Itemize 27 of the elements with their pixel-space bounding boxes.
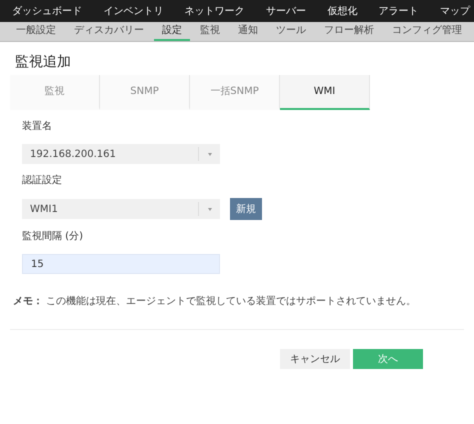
main-nav-item[interactable]: サーバー	[266, 4, 306, 18]
dropdown-field[interactable]: WMI1	[22, 199, 220, 219]
note-text: メモ： この機能は現在、エージェントで監視している装置ではサポートされていません。	[13, 294, 418, 309]
dropdown-field[interactable]: 192.168.200.161	[22, 144, 220, 164]
sub-nav-tab[interactable]: 監視	[192, 22, 228, 41]
tab[interactable]: WMI	[280, 75, 370, 110]
main-nav-item[interactable]: マップ	[440, 4, 470, 18]
field-label: 監視間隔 (分)	[22, 230, 84, 244]
sub-nav-tab[interactable]: ツール	[268, 22, 314, 41]
sub-nav-tab[interactable]: 設定	[154, 22, 190, 41]
sub-nav-tab[interactable]: コンフィグ管理	[384, 22, 470, 41]
main-nav-item[interactable]: ダッシュボード	[12, 4, 82, 18]
sub-nav-tab[interactable]: フロー解析	[316, 22, 382, 41]
main-nav-item[interactable]: ネットワーク	[184, 4, 245, 18]
field-label: 装置名	[22, 120, 53, 134]
sub-nav-tab[interactable]: ディスカバリー	[66, 22, 152, 41]
main-nav-item[interactable]: アラート	[378, 4, 419, 18]
new-button[interactable]: 新規	[230, 198, 262, 220]
field-label: 認証設定	[22, 174, 63, 188]
page-title: 監視追加	[15, 53, 72, 72]
sub-nav-tab[interactable]: 通知	[230, 22, 266, 41]
sub-nav-tab[interactable]: 一般設定	[8, 22, 64, 41]
main-nav-item[interactable]: 仮想化	[327, 4, 358, 18]
main-nav-item[interactable]: インベントリ	[103, 4, 164, 18]
tab[interactable]: 監視	[10, 75, 100, 110]
input-field[interactable]: 15	[22, 254, 220, 274]
cancel-button[interactable]: キャンセル	[280, 349, 350, 369]
